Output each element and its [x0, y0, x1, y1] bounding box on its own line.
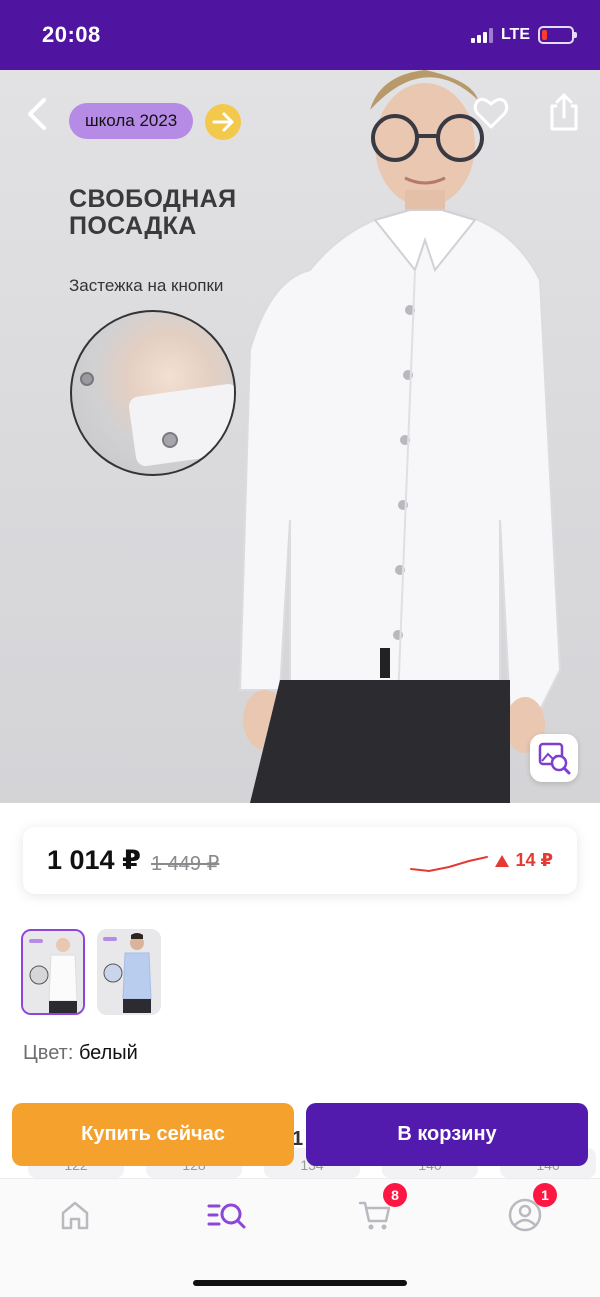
price-trend-chart — [410, 856, 488, 873]
buy-now-button[interactable]: Купить сейчас — [12, 1103, 294, 1166]
arrow-right-icon — [212, 112, 234, 132]
color-label: Цвет: — [23, 1042, 74, 1064]
promo-headline-line2: ПОСАДКА — [69, 212, 197, 240]
nav-cart[interactable]: 8 — [357, 1183, 407, 1233]
home-indicator — [193, 1280, 407, 1286]
variant-thumb-white[interactable] — [21, 929, 85, 1015]
price-old: 1 449 ₽ — [151, 853, 220, 875]
product-photo-model — [238, 70, 562, 803]
status-indicators: LTE — [470, 26, 577, 44]
nav-catalog[interactable] — [207, 1197, 246, 1233]
image-search-button[interactable] — [530, 734, 578, 782]
home-icon — [61, 1201, 89, 1230]
catalog-search-icon — [207, 1203, 246, 1229]
back-button[interactable] — [22, 96, 52, 132]
share-button[interactable] — [546, 92, 582, 132]
price-change: 14 ₽ — [495, 850, 553, 871]
chevron-left-icon — [28, 98, 46, 130]
cuff-detail-inset — [70, 310, 236, 476]
price-current: 1 014 ₽ — [47, 845, 141, 875]
nav-profile[interactable]: 1 — [507, 1183, 557, 1233]
add-to-cart-button[interactable]: В корзину — [306, 1103, 588, 1166]
promo-headline: СВОБОДНАЯ ПОСАДКА — [69, 186, 237, 240]
variant-thumb-image — [97, 929, 161, 1015]
price-card[interactable]: 1 014 ₽ 1 449 ₽ 14 ₽ — [23, 827, 577, 894]
heart-icon — [473, 97, 509, 129]
variant-thumb-image — [23, 931, 83, 1013]
profile-badge: 1 — [533, 1183, 557, 1207]
color-selector: Цвет: белый — [23, 1042, 138, 1065]
network-type: LTE — [500, 26, 530, 43]
battery-icon — [538, 26, 577, 44]
share-icon — [550, 93, 578, 131]
collection-tag[interactable]: школа 2023 — [69, 103, 194, 139]
status-time: 20:08 — [42, 22, 101, 47]
favorite-button[interactable] — [472, 94, 510, 132]
cart-badge: 8 — [383, 1183, 407, 1207]
image-search-icon — [538, 742, 571, 775]
nav-home[interactable] — [57, 1197, 93, 1233]
status-bar: 20:08 LTE — [0, 0, 600, 70]
product-image[interactable]: школа 2023 СВОБОДНАЯ ПОСАДКА Застежка на… — [0, 70, 600, 803]
tag-arrow-button[interactable] — [205, 104, 241, 140]
obscured-text: 1 — [292, 1128, 304, 1150]
promo-headline-line1: СВОБОДНАЯ — [69, 185, 237, 213]
price-change-value: 14 ₽ — [515, 850, 553, 870]
arrow-up-icon — [495, 854, 510, 867]
promo-subline: Застежка на кнопки — [69, 276, 224, 295]
signal-icon — [470, 27, 493, 43]
color-value: белый — [78, 1042, 138, 1064]
variant-thumb-blue[interactable] — [97, 929, 161, 1015]
